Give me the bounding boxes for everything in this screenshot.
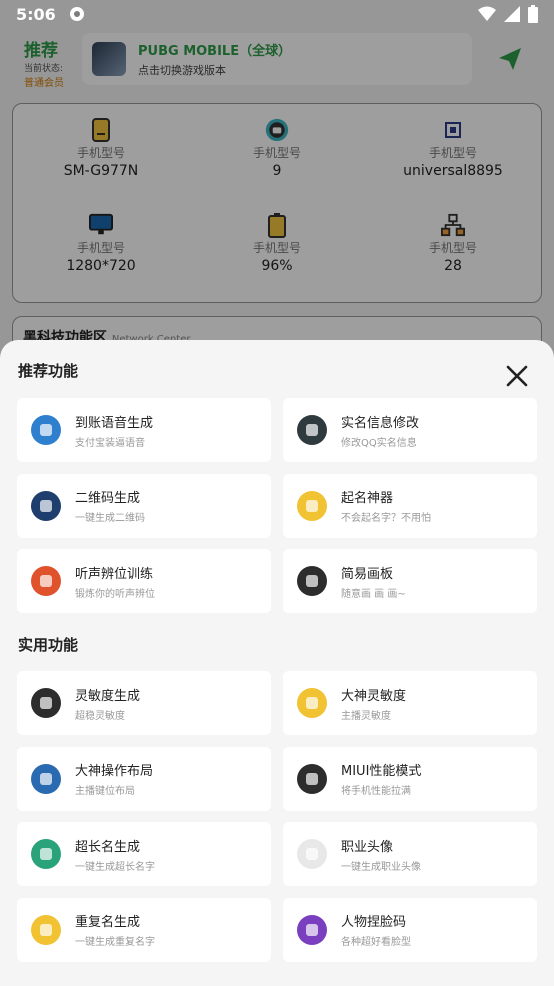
avatar-icon <box>297 839 327 869</box>
function-tile[interactable]: 大神操作布局主播键位布局 <box>17 746 271 811</box>
function-title: 听声辨位训练 <box>75 566 154 582</box>
function-subtitle: 主播键位布局 <box>75 786 135 797</box>
tablet-icon <box>31 763 61 794</box>
signal-icon <box>504 6 520 22</box>
function-tile[interactable]: 实名信息修改修改QQ实名信息 <box>283 398 537 462</box>
laptop-icon <box>31 688 61 718</box>
function-subtitle: 支付宝装逼语音 <box>75 437 145 449</box>
function-title: 二维码生成 <box>75 491 141 506</box>
function-tile[interactable]: 职业头像一键生成职业头像 <box>283 822 537 886</box>
rocket-icon <box>297 763 327 794</box>
function-tile[interactable]: 到账语音生成支付宝装逼语音 <box>17 398 271 462</box>
function-subtitle: 主播灵敏度 <box>341 710 391 722</box>
function-subtitle: 不会起名字？不用怕 <box>341 513 431 524</box>
wifi-icon <box>478 6 496 21</box>
flask-icon <box>31 839 61 869</box>
function-title: 重复名生成 <box>75 915 141 930</box>
soldier-icon <box>31 566 61 596</box>
practical-section-title: 实用功能 <box>18 636 79 654</box>
function-title: 实名信息修改 <box>341 415 420 431</box>
function-tile[interactable]: 重复名生成一键生成重复名字 <box>17 897 271 962</box>
function-tile[interactable]: 听声辨位训练锻炼你的听声辨位 <box>17 549 271 613</box>
function-tile[interactable]: 二维码生成一键生成二维码 <box>17 473 271 538</box>
payment-voice-icon <box>31 415 61 445</box>
function-subtitle: 随意画 画 画~ <box>341 588 406 600</box>
function-tile[interactable]: 简易画板随意画 画 画~ <box>283 549 537 613</box>
function-subtitle: 将手机性能拉满 <box>341 786 411 797</box>
function-subtitle: 一键生成重复名字 <box>75 937 155 948</box>
close-icon[interactable] <box>503 362 531 390</box>
function-title: 灵敏度生成 <box>75 688 141 704</box>
qrcode-icon <box>31 490 61 521</box>
function-title: MIUI性能模式 <box>341 764 422 779</box>
function-subtitle: 各种超好看脸型 <box>341 937 411 948</box>
function-title: 职业头像 <box>341 839 394 855</box>
function-title: 到账语音生成 <box>75 415 154 431</box>
battery-status-icon <box>528 5 538 23</box>
function-tile[interactable]: 大神灵敏度主播灵敏度 <box>283 671 537 735</box>
clock: 5:06 <box>16 4 56 24</box>
function-tile[interactable]: 灵敏度生成超稳灵敏度 <box>17 671 271 735</box>
function-bottom-sheet: 推荐功能 到账语音生成 支付宝装逼语音 实名信息修改 修改QQ实名信息 二维码生成 一键生… <box>0 340 554 986</box>
function-title: 大神灵敏度 <box>341 688 407 704</box>
function-tile[interactable]: MIUI性能模式将手机性能拉满 <box>283 746 537 811</box>
function-subtitle: 一键生成超长名字 <box>75 861 155 873</box>
ticket-icon <box>31 914 61 945</box>
recommended-section-title: 推荐功能 <box>18 362 79 380</box>
function-tile[interactable]: 起名神器不会起名字？不用怕 <box>283 473 537 538</box>
status-bar: 5:06 <box>0 0 554 28</box>
plant-pot-icon <box>297 415 327 445</box>
function-subtitle: 一键生成二维码 <box>75 513 145 524</box>
function-title: 超长名生成 <box>75 839 141 855</box>
pen-icon <box>297 490 327 521</box>
function-tile[interactable]: 人物捏脸码各种超好看脸型 <box>283 897 537 962</box>
function-title: 大神操作布局 <box>75 764 154 779</box>
function-tile[interactable]: 超长名生成一键生成超长名字 <box>17 822 271 886</box>
function-title: 人物捏脸码 <box>341 915 407 930</box>
function-subtitle: 修改QQ实名信息 <box>341 437 417 449</box>
function-subtitle: 一键生成职业头像 <box>341 861 421 873</box>
function-subtitle: 超稳灵敏度 <box>75 710 125 722</box>
monitor-icon <box>297 688 327 718</box>
function-subtitle: 锻炼你的听声辨位 <box>75 588 155 600</box>
palette-icon <box>297 566 327 596</box>
function-title: 起名神器 <box>341 491 394 506</box>
pill-icon <box>297 914 327 945</box>
app-notification-icon <box>69 7 84 21</box>
function-title: 简易画板 <box>341 566 394 582</box>
